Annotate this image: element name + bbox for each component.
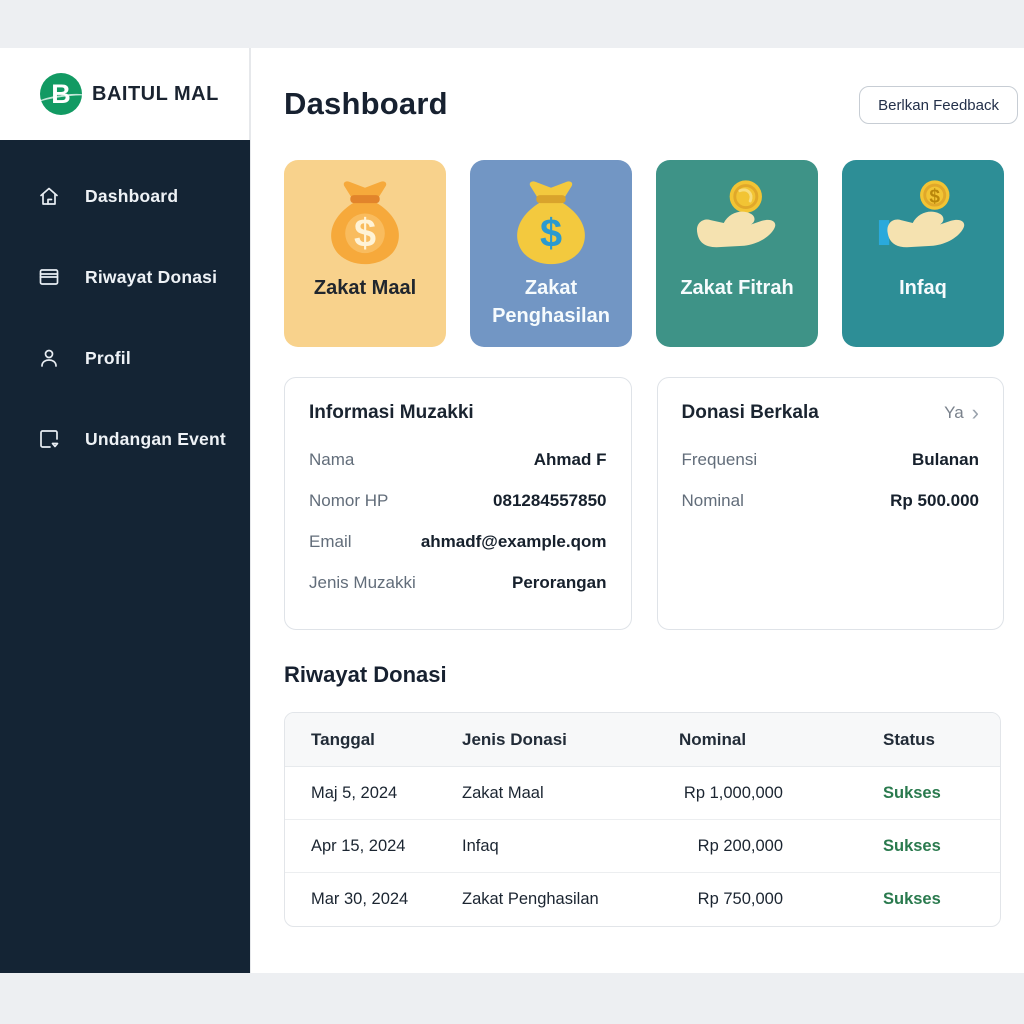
info-label: Nominal	[682, 491, 744, 511]
sidebar-item-profil[interactable]: Profil	[0, 336, 250, 380]
muzakki-info-title: Informasi Muzakki	[309, 402, 474, 424]
table-row: Apr 15, 2024 Infaq Rp 200,000 Sukses	[285, 820, 1000, 873]
brand-header: B BAITUL MAL	[0, 48, 250, 140]
info-row-frequensi: Frequensi Bulanan	[682, 450, 980, 470]
sidebar: Dashboard Riwayat Donasi Profil Undangan…	[0, 140, 250, 973]
cell-nominal: Rp 750,000	[658, 890, 883, 909]
sidebar-item-label: Undangan Event	[85, 429, 226, 450]
cell-type: Zakat Penghasilan	[462, 890, 658, 909]
status-badge: Sukses	[883, 837, 974, 856]
cell-date: Apr 15, 2024	[311, 837, 462, 856]
cell-date: Mar 30, 2024	[311, 890, 462, 909]
home-icon	[37, 184, 61, 208]
sidebar-item-label: Riwayat Donasi	[85, 267, 217, 288]
info-row-email: Email ahmadf@example.qom	[309, 532, 607, 552]
column-header-nominal: Nominal	[658, 730, 883, 750]
info-label: Email	[309, 532, 352, 552]
svg-text:$: $	[540, 212, 562, 256]
cell-type: Infaq	[462, 837, 658, 856]
category-card-label: Zakat Penghasilan	[470, 274, 632, 330]
table-row: Mar 30, 2024 Zakat Penghasilan Rp 750,00…	[285, 873, 1000, 926]
money-bag-icon: $	[318, 176, 412, 270]
info-label: Frequensi	[682, 450, 758, 470]
card-zakat-fitrah[interactable]: Zakat Fitrah	[656, 160, 818, 347]
info-label: Jenis Muzakki	[309, 573, 416, 593]
feedback-button[interactable]: Berlkan Feedback	[859, 86, 1018, 124]
cell-type: Zakat Maal	[462, 784, 658, 803]
info-row-nama: Nama Ahmad F	[309, 450, 607, 470]
info-value: Rp 500.000	[890, 491, 979, 511]
card-zakat-maal[interactable]: $ Zakat Maal	[284, 160, 446, 347]
brand-name: BAITUL MAL	[92, 83, 219, 106]
donation-history-table: Tanggal Jenis Donasi Nominal Status Maj …	[284, 712, 1001, 927]
card-list-icon	[37, 265, 61, 289]
user-icon	[37, 346, 61, 370]
recurring-donation-card: Donasi Berkala Ya › Frequensi Bulanan No…	[657, 377, 1005, 630]
donation-history-title: Riwayat Donasi	[284, 662, 447, 688]
category-card-label: Zakat Maal	[306, 274, 424, 302]
category-cards-row: $ Zakat Maal $ Zakat Penghasilan	[284, 160, 1004, 347]
info-value: ahmadf@example.qom	[421, 532, 607, 552]
hand-coin-icon: $	[876, 176, 970, 270]
app-window: B BAITUL MAL Dashboard Riwayat Donasi Pr…	[0, 48, 1024, 973]
svg-text:$: $	[354, 212, 376, 256]
main-content: Dashboard Berlkan Feedback $ Zakat Maal	[250, 48, 1024, 973]
info-label: Nama	[309, 450, 354, 470]
recurring-donation-value: Ya	[944, 403, 964, 423]
cell-date: Maj 5, 2024	[311, 784, 462, 803]
cell-nominal: Rp 1,000,000	[658, 784, 883, 803]
table-row: Maj 5, 2024 Zakat Maal Rp 1,000,000 Suks…	[285, 767, 1000, 820]
page-title: Dashboard	[284, 86, 448, 122]
money-bag-icon: $	[504, 176, 598, 270]
info-row-jenis-muzakki: Jenis Muzakki Perorangan	[309, 573, 607, 593]
chevron-right-icon: ›	[972, 402, 979, 424]
info-row-nomor-hp: Nomor HP 081284557850	[309, 491, 607, 511]
recurring-donation-title: Donasi Berkala	[682, 402, 819, 424]
info-value: Perorangan	[512, 573, 606, 593]
info-value: 081284557850	[493, 491, 606, 511]
status-badge: Sukses	[883, 890, 974, 909]
column-header-jenis-donasi: Jenis Donasi	[462, 730, 658, 750]
column-header-tanggal: Tanggal	[311, 730, 462, 750]
card-infaq[interactable]: $ Infaq	[842, 160, 1004, 347]
brand-logo-icon: B	[40, 73, 82, 115]
event-invite-icon	[37, 427, 61, 451]
cell-nominal: Rp 200,000	[658, 837, 883, 856]
table-header-row: Tanggal Jenis Donasi Nominal Status	[285, 713, 1000, 767]
status-badge: Sukses	[883, 784, 974, 803]
sidebar-item-undangan-event[interactable]: Undangan Event	[0, 417, 250, 461]
column-header-status: Status	[883, 730, 974, 750]
info-value: Ahmad F	[534, 450, 607, 470]
recurring-donation-link[interactable]: Ya ›	[944, 402, 979, 424]
svg-text:$: $	[929, 186, 940, 207]
sidebar-item-riwayat-donasi[interactable]: Riwayat Donasi	[0, 255, 250, 299]
table-body: Maj 5, 2024 Zakat Maal Rp 1,000,000 Suks…	[285, 767, 1000, 926]
sidebar-item-dashboard[interactable]: Dashboard	[0, 174, 250, 218]
category-card-label: Infaq	[891, 274, 955, 302]
sidebar-item-label: Profil	[85, 348, 131, 369]
hand-coin-icon	[690, 176, 784, 270]
info-label: Nomor HP	[309, 491, 388, 511]
info-value: Bulanan	[912, 450, 979, 470]
category-card-label: Zakat Fitrah	[672, 274, 801, 302]
card-zakat-penghasilan[interactable]: $ Zakat Penghasilan	[470, 160, 632, 347]
info-cards-row: Informasi Muzakki Nama Ahmad F Nomor HP …	[284, 377, 1004, 630]
sidebar-item-label: Dashboard	[85, 186, 178, 207]
muzakki-info-card: Informasi Muzakki Nama Ahmad F Nomor HP …	[284, 377, 632, 630]
info-row-nominal: Nominal Rp 500.000	[682, 491, 980, 511]
